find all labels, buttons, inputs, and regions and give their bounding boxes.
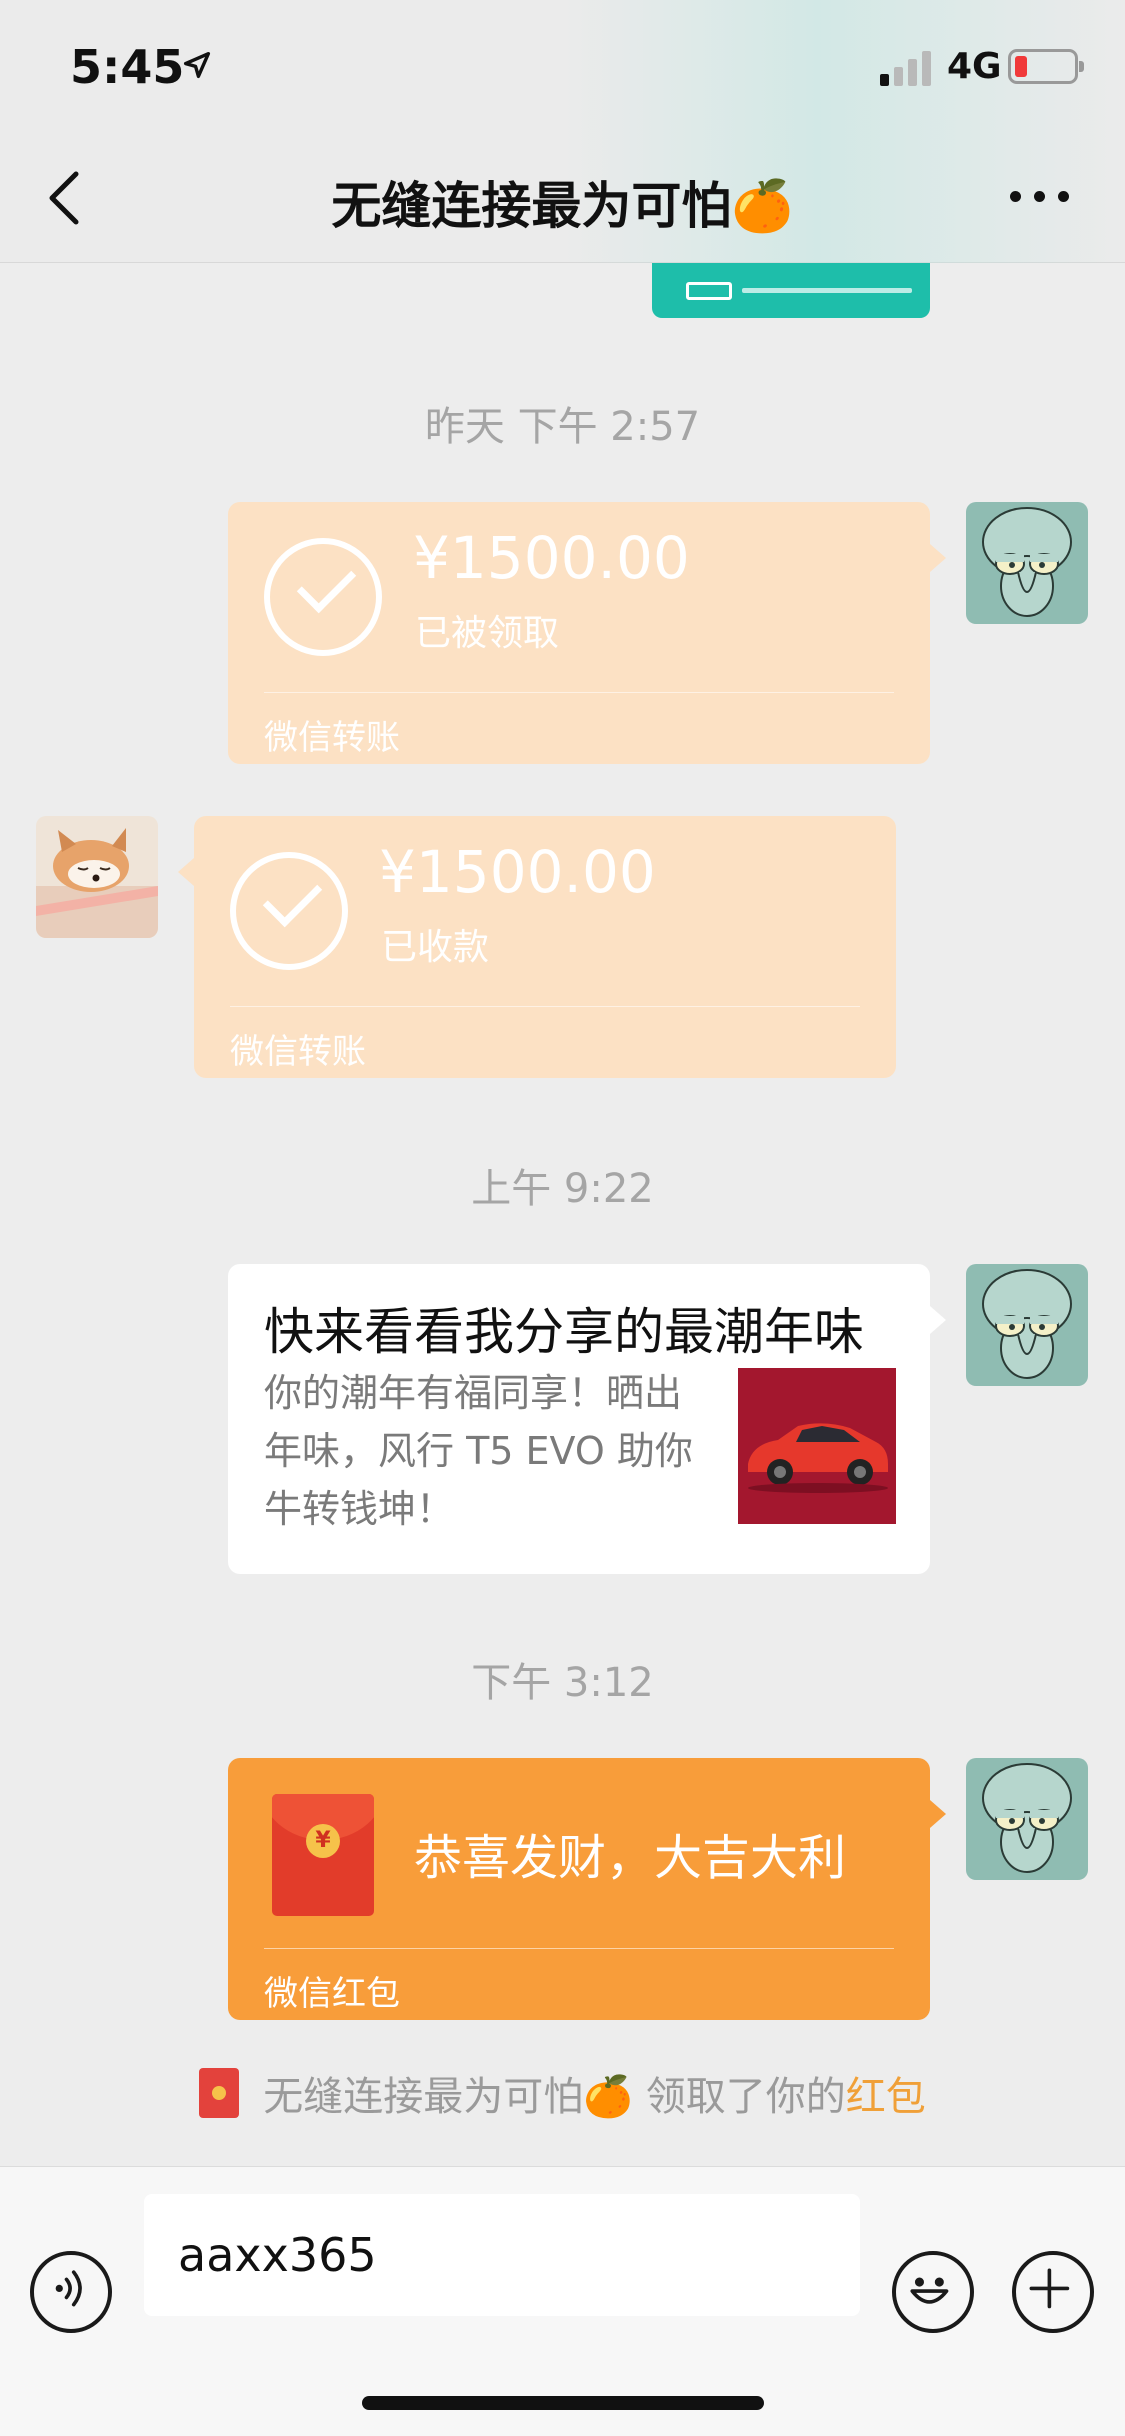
car-thumbnail-image — [738, 1368, 896, 1524]
timestamp: 下午 3:12 — [471, 1660, 654, 1706]
transfer-received-bubble[interactable]: ¥1500.00 已收款 微信转账 — [178, 816, 896, 1078]
battery-icon — [1008, 49, 1084, 84]
share-card-bubble[interactable]: 快来看看我分享的最潮年味 你的潮年有福同享！晒出年味，风行 T5 EVO 助你牛… — [228, 1264, 946, 1574]
transfer-status: 已收款 — [381, 927, 490, 968]
chat-screen: 5:45 4G 无缝连接最为可怕🍊 昨天 下午 2:57 ¥1500.00 已被… — [0, 0, 1125, 2436]
signal-icon — [880, 50, 934, 86]
my-avatar[interactable] — [966, 1264, 1088, 1386]
message-input[interactable]: aaxx365 — [144, 2194, 860, 2316]
transfer-label: 微信转账 — [264, 718, 400, 758]
red-envelope-icon: ¥ — [272, 1794, 374, 1916]
status-time: 5:45 — [70, 40, 185, 94]
check-circle-icon — [230, 852, 348, 970]
plus-icon[interactable] — [1012, 2251, 1094, 2333]
system-message-text: 无缝连接最为可怕🍊 领取了你的 — [263, 2074, 846, 2120]
transfer-amount: ¥1500.00 — [413, 524, 690, 592]
voice-icon[interactable] — [30, 2251, 112, 2333]
location-arrow-icon — [183, 51, 211, 79]
timestamp: 上午 9:22 — [471, 1166, 654, 1212]
my-avatar[interactable] — [966, 502, 1088, 624]
emoji-icon[interactable] — [892, 2251, 974, 2333]
my-avatar[interactable] — [966, 1758, 1088, 1880]
chat-title: 无缝连接最为可怕🍊 — [331, 177, 794, 235]
transfer-status: 已被领取 — [415, 613, 560, 654]
transfer-label: 微信转账 — [230, 1032, 366, 1072]
check-circle-icon — [264, 538, 382, 656]
share-card-description: 你的潮年有福同享！晒出年味，风行 T5 EVO 助你牛转钱坤！ — [264, 1371, 693, 1531]
more-dots-icon[interactable] — [1010, 180, 1070, 210]
transfer-sent-bubble[interactable]: ¥1500.00 已被领取 微信转账 — [228, 502, 946, 764]
red-packet-small-icon — [199, 2068, 240, 2118]
red-packet-greeting: 恭喜发财，大吉大利 — [414, 1830, 847, 1886]
home-indicator[interactable] — [362, 2396, 764, 2410]
network-type: 4G — [947, 46, 1002, 87]
red-packet-bubble[interactable]: ¥ 恭喜发财，大吉大利 微信红包 — [228, 1758, 946, 2020]
app-logo-icon — [686, 282, 732, 300]
share-card-title: 快来看看我分享的最潮年味 — [264, 1303, 864, 1361]
transfer-amount: ¥1500.00 — [379, 838, 656, 906]
timestamp: 昨天 下午 2:57 — [424, 404, 701, 450]
top-bar: 5:45 4G 无缝连接最为可怕🍊 — [0, 0, 1125, 263]
contact-avatar[interactable] — [36, 816, 158, 938]
red-packet-link[interactable]: 红包 — [846, 2074, 926, 2120]
system-message: 无缝连接最为可怕🍊 领取了你的红包 — [0, 2064, 1125, 2122]
red-packet-label: 微信红包 — [264, 1974, 400, 2014]
